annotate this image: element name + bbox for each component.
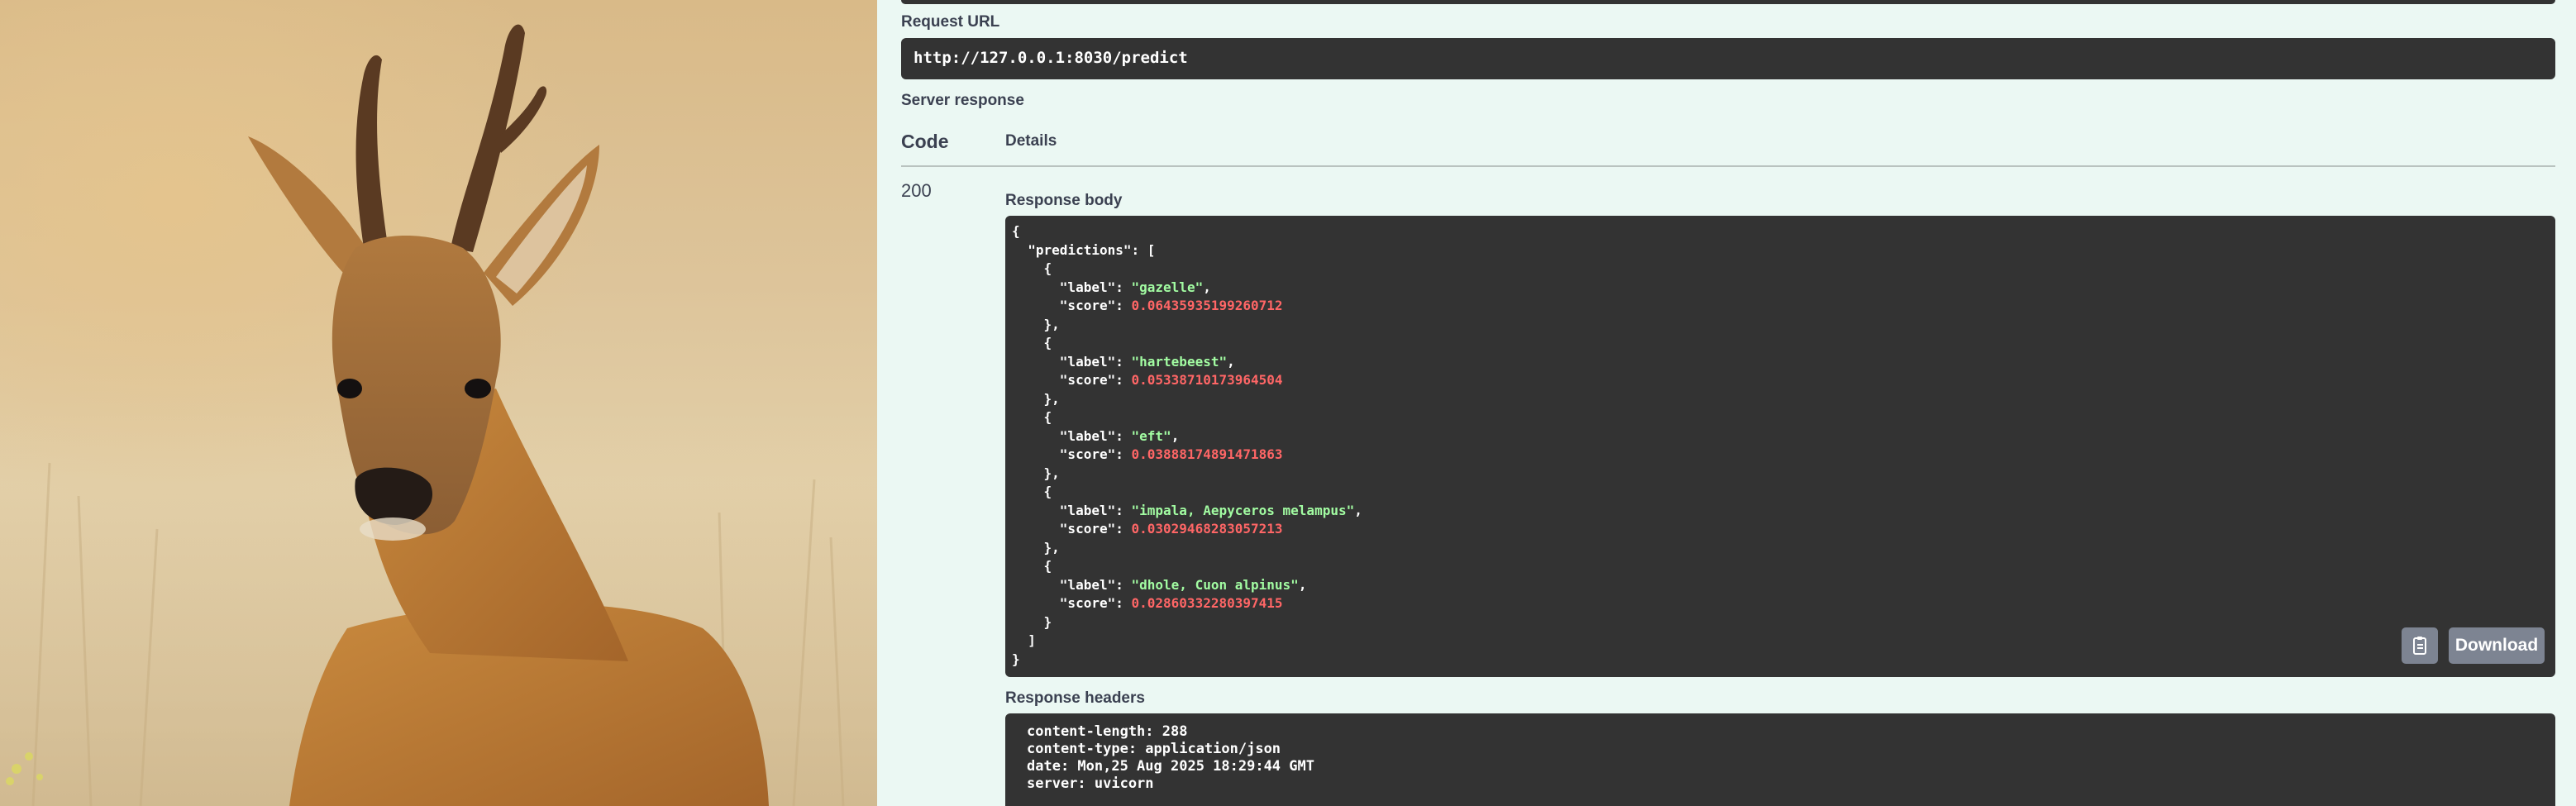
header-line: server: uvicorn bbox=[1027, 775, 1154, 792]
prediction-label: dhole, Cuon alpinus bbox=[1139, 576, 1291, 593]
status-code: 200 bbox=[901, 180, 932, 201]
prediction-label: gazelle bbox=[1139, 279, 1195, 295]
predictions-key: predictions bbox=[1035, 241, 1123, 258]
details-column-header: Details bbox=[1005, 132, 1057, 150]
deer-illustration bbox=[0, 24, 877, 806]
prediction-label: hartebeest bbox=[1139, 353, 1219, 370]
download-button[interactable]: Download bbox=[2449, 627, 2545, 664]
server-response-label: Server response bbox=[901, 92, 1024, 109]
response-headers-label: Response headers bbox=[1005, 689, 1145, 707]
request-url-box: http://127.0.0.1:8030/predict bbox=[901, 38, 2555, 79]
prediction-label: impala, Aepyceros melampus bbox=[1139, 502, 1347, 518]
response-headers-box[interactable]: content-length: 288 content-type: applic… bbox=[1005, 713, 2555, 806]
deer-photo bbox=[0, 0, 877, 806]
request-url-label: Request URL bbox=[901, 13, 1000, 31]
prediction-score: 0.03029468283057213 bbox=[1131, 521, 1283, 537]
prediction-score: 0.03888174891471863 bbox=[1131, 446, 1283, 462]
prediction-score: 0.05338710173964504 bbox=[1131, 372, 1283, 388]
response-headers-list: content-length: 288 content-type: applic… bbox=[1027, 723, 1314, 793]
table-divider bbox=[901, 165, 2555, 167]
header-line: date: Mon,25 Aug 2025 18:29:44 GMT bbox=[1027, 758, 1314, 775]
header-line: content-length: 288 bbox=[1027, 723, 1188, 740]
response-body-box[interactable]: { "predictions": [ { "label": "gazelle",… bbox=[1005, 216, 2555, 677]
top-divider-bar bbox=[901, 0, 2555, 4]
prediction-score: 0.02860332280397415 bbox=[1131, 595, 1283, 611]
clipboard-copy-icon bbox=[2413, 637, 2426, 655]
response-body-json: { "predictions": [ { "label": "gazelle",… bbox=[1012, 223, 1362, 667]
prediction-score: 0.06435935199260712 bbox=[1131, 298, 1283, 313]
header-line: content-type: application/json bbox=[1027, 741, 1281, 757]
screen: Request URL http://127.0.0.1:8030/predic… bbox=[0, 0, 2576, 806]
copy-to-clipboard-button[interactable] bbox=[2402, 627, 2438, 664]
code-column-header: Code bbox=[901, 131, 949, 152]
prediction-label: eft bbox=[1139, 427, 1164, 444]
swagger-response-panel: Request URL http://127.0.0.1:8030/predic… bbox=[877, 0, 2576, 806]
response-body-label: Response body bbox=[1005, 192, 1123, 209]
request-url-value: http://127.0.0.1:8030/predict bbox=[914, 49, 1188, 67]
